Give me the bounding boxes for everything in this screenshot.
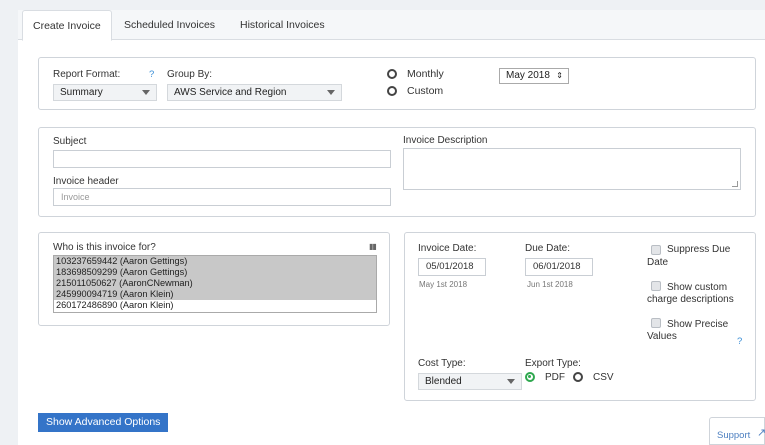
tab-create-invoice[interactable]: Create Invoice [22,10,112,41]
recipients-label: Who is this invoice for? [53,242,156,253]
stepper-icon: ⇕ [556,71,563,80]
csv-label: CSV [593,372,614,383]
suppress-due-date-label-2: Date [647,257,669,268]
list-item[interactable]: 215011050627 (AaronCNewman) [54,278,376,289]
chevron-down-icon [507,379,515,384]
month-select[interactable]: May 2018 ⇕ [499,68,569,84]
suppress-due-date-checkbox[interactable] [651,245,661,255]
show-precise-values-label-1: Show Precise [667,319,729,330]
monthly-label: Monthly [407,68,444,80]
show-custom-charge-label-2: charge descriptions [647,294,734,305]
tab-scheduled-invoices[interactable]: Scheduled Invoices [114,10,225,41]
due-date-hint: Jun 1st 2018 [527,280,573,289]
binoculars-icon[interactable]: ▮▮ [369,242,377,251]
invoice-date-hint: May 1st 2018 [419,280,468,289]
group-by-value: AWS Service and Region [174,87,287,98]
pdf-label: PDF [545,372,565,383]
list-item[interactable]: 245990094719 (Aaron Klein) [54,289,376,300]
due-date-input[interactable]: 06/01/2018 [525,258,593,276]
chevron-down-icon [142,90,150,95]
monthly-radio[interactable] [387,69,397,79]
account-listbox[interactable]: 103237659442 (Aaron Gettings) 1836985092… [53,255,377,313]
chevron-down-icon [327,90,335,95]
show-precise-values-checkbox[interactable] [651,318,661,328]
invoice-header-input[interactable]: Invoice [53,188,391,206]
export-type-label: Export Type: [525,358,581,369]
pdf-radio[interactable] [525,372,535,382]
report-format-value: Summary [60,87,103,98]
invoice-date-input[interactable]: 05/01/2018 [418,258,486,276]
subject-input[interactable] [53,150,391,168]
custom-label: Custom [407,85,444,97]
invoice-panel: Create Invoice Scheduled Invoices Histor… [18,10,765,445]
support-label: Support [717,430,751,441]
report-format-label: Report Format: [53,69,121,80]
report-format-help-icon[interactable]: ? [149,69,154,80]
invoice-description-label: Invoice Description [403,135,488,146]
custom-radio[interactable] [387,86,397,96]
list-item[interactable]: 260172486890 (Aaron Klein) [54,300,376,311]
show-advanced-options-button[interactable]: Show Advanced Options [38,413,169,432]
tab-bar: Create Invoice Scheduled Invoices Histor… [18,10,765,41]
cost-type-label: Cost Type: [418,358,466,369]
csv-radio[interactable] [573,372,583,382]
precise-values-help-icon[interactable]: ? [737,336,742,347]
show-custom-charge-checkbox[interactable] [651,281,661,291]
external-link-icon: ↗ [757,427,765,439]
invoice-header-label: Invoice header [53,176,119,187]
show-precise-values-label-2: Values [647,331,677,342]
support-button[interactable]: Support ↗ [709,417,765,445]
month-value: May 2018 [506,70,550,81]
subject-label: Subject [53,136,87,147]
group-by-select[interactable]: AWS Service and Region [167,84,342,101]
group-by-label: Group By: [167,69,213,80]
invoice-options-section: Invoice Date: 05/01/2018 May 1st 2018 Du… [404,232,756,401]
tab-historical-invoices[interactable]: Historical Invoices [230,10,335,41]
resize-grip-icon[interactable] [732,181,738,187]
suppress-due-date-label-1: Suppress Due [667,244,731,255]
recipients-section: Who is this invoice for? ▮▮ 103237659442… [38,232,390,326]
report-format-section: Report Format: ? Summary Group By: AWS S… [38,57,756,110]
list-item[interactable]: 183698509299 (Aaron Gettings) [54,267,376,278]
invoice-details-section: Subject Invoice header Invoice Invoice D… [38,127,756,217]
show-custom-charge-label-1: Show custom [667,282,728,293]
cost-type-select[interactable]: Blended [418,373,522,390]
invoice-description-textarea[interactable] [403,148,741,190]
invoice-date-label: Invoice Date: [418,243,477,254]
due-date-label: Due Date: [525,243,571,254]
cost-type-value: Blended [425,376,462,387]
report-format-select[interactable]: Summary [53,84,157,101]
list-item[interactable]: 103237659442 (Aaron Gettings) [54,256,376,267]
